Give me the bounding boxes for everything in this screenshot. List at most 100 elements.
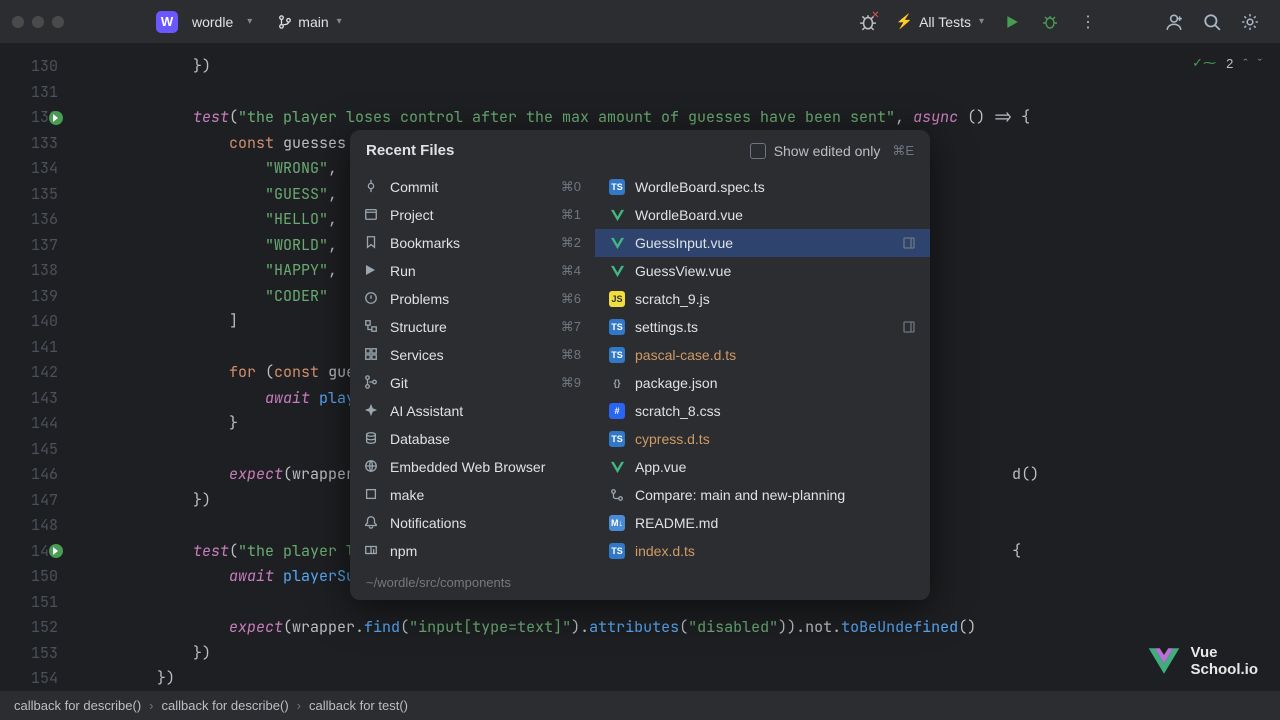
checkbox[interactable]	[750, 143, 766, 159]
code-line[interactable]: expect(wrapper.find("input[type=text]").…	[85, 615, 1268, 641]
tool-label: Bookmarks	[390, 235, 551, 251]
window-controls[interactable]	[12, 16, 64, 28]
gear-icon[interactable]	[1240, 12, 1260, 32]
more-icon[interactable]: ⋮	[1078, 12, 1098, 32]
tool-window-embedded-web-browser[interactable]: Embedded Web Browser	[350, 453, 595, 481]
code-line[interactable]: })	[85, 641, 1268, 667]
tool-label: Database	[390, 431, 571, 447]
shortcut: ⌘8	[561, 347, 581, 363]
file-name: README.md	[635, 515, 916, 531]
tool-window-ai-assistant[interactable]: AI Assistant	[350, 397, 595, 425]
recent-file-item[interactable]: TSsettings.ts	[595, 313, 930, 341]
pin-icon[interactable]	[902, 320, 916, 334]
tool-label: Project	[390, 207, 551, 223]
run-test-icon[interactable]	[49, 111, 63, 125]
recent-file-item[interactable]: TSWordleBoard.spec.ts	[595, 173, 930, 201]
file-name: App.vue	[635, 459, 916, 475]
project-badge[interactable]: W	[156, 11, 178, 33]
file-name: scratch_9.js	[635, 291, 916, 307]
search-icon[interactable]	[1202, 12, 1222, 32]
bolt-icon: ⚡	[896, 13, 913, 30]
code-line[interactable]	[85, 80, 1268, 106]
watermark-line1: Vue	[1191, 644, 1259, 661]
tool-label: Run	[390, 263, 551, 279]
project-name[interactable]: wordle	[192, 14, 233, 30]
notif-icon	[364, 515, 380, 531]
tool-label: Structure	[390, 319, 551, 335]
code-line[interactable]: })	[85, 666, 1268, 692]
show-edited-label: Show edited only	[774, 143, 881, 159]
run-icon[interactable]	[1002, 12, 1022, 32]
tool-window-commit[interactable]: Commit⌘0	[350, 173, 595, 201]
pin-icon[interactable]	[902, 236, 916, 250]
shortcut: ⌘4	[561, 263, 581, 279]
tool-window-database[interactable]: Database	[350, 425, 595, 453]
recent-file-item[interactable]: TScypress.d.ts	[595, 425, 930, 453]
tool-label: AI Assistant	[390, 403, 571, 419]
tool-window-git[interactable]: Git ⌘9	[350, 369, 595, 397]
file-name: package.json	[635, 375, 916, 391]
recent-files-popup: Recent Files Show edited only ⌘E Commit⌘…	[350, 130, 930, 600]
recent-file-item[interactable]: TSindex.d.ts	[595, 537, 930, 565]
shortcut: ⌘1	[561, 207, 581, 223]
chevron-down-icon: ▾	[979, 16, 984, 27]
file-name: Compare: main and new-planning	[635, 487, 916, 503]
recent-file-item[interactable]: WordleBoard.vue	[595, 201, 930, 229]
tool-windows-list: Commit⌘0 Project ⌘1 Bookmarks⌘2 Run ⌘4 Problem…	[350, 169, 595, 569]
ai-icon	[364, 403, 380, 419]
tool-label: Git	[390, 375, 551, 391]
chevron-down-icon[interactable]: ▾	[247, 16, 252, 27]
tool-window-bookmarks[interactable]: Bookmarks⌘2	[350, 229, 595, 257]
run-config-selector[interactable]: ⚡ All Tests ▾	[896, 13, 984, 30]
browser-icon	[364, 459, 380, 475]
file-name: GuessView.vue	[635, 263, 916, 279]
close-dot[interactable]	[12, 16, 24, 28]
services-icon	[364, 347, 380, 363]
branch-selector[interactable]: main ▾	[278, 14, 341, 30]
breadcrumb-item[interactable]: callback for describe()	[162, 698, 289, 713]
file-path: ~/wordle/src/components	[350, 569, 930, 600]
file-name: WordleBoard.vue	[635, 207, 916, 223]
recent-file-item[interactable]: {}package.json	[595, 369, 930, 397]
tool-window-npm[interactable]: npm	[350, 537, 595, 565]
file-name: settings.ts	[635, 319, 892, 335]
titlebar: W wordle ▾ main ▾ ✕ ⚡ All Tests ▾ ⋮	[0, 0, 1280, 44]
recent-file-item[interactable]: GuessView.vue	[595, 257, 930, 285]
breadcrumb-item[interactable]: callback for describe()	[14, 698, 141, 713]
tool-window-run[interactable]: Run ⌘4	[350, 257, 595, 285]
recent-file-item[interactable]: GuessInput.vue	[595, 229, 930, 257]
recent-file-item[interactable]: M↓README.md	[595, 509, 930, 537]
debug-icon[interactable]	[1040, 12, 1060, 32]
make-icon	[364, 487, 380, 503]
breadcrumb-item[interactable]: callback for test()	[309, 698, 408, 713]
tool-window-project[interactable]: Project ⌘1	[350, 201, 595, 229]
recent-file-item[interactable]: Compare: main and new-planning	[595, 481, 930, 509]
vue-school-watermark: Vue School.io	[1147, 644, 1259, 678]
recent-file-item[interactable]: TSpascal-case.d.ts	[595, 341, 930, 369]
max-dot[interactable]	[52, 16, 64, 28]
recent-file-item[interactable]: #scratch_8.css	[595, 397, 930, 425]
vue-school-logo-icon	[1147, 646, 1181, 676]
recent-file-item[interactable]: App.vue	[595, 453, 930, 481]
problems-icon	[364, 291, 380, 307]
code-line[interactable]: })	[85, 54, 1268, 80]
show-edited-toggle[interactable]: Show edited only ⌘E	[750, 143, 914, 159]
tool-window-problems[interactable]: Problems⌘6	[350, 285, 595, 313]
shortcut: ⌘0	[561, 179, 581, 195]
structure-icon	[364, 319, 380, 335]
tool-label: Problems	[390, 291, 551, 307]
tool-window-structure[interactable]: Structure ⌘7	[350, 313, 595, 341]
shortcut: ⌘9	[561, 375, 581, 391]
shortcut: ⌘7	[561, 319, 581, 335]
run-test-icon[interactable]	[49, 544, 63, 558]
tool-window-notifications[interactable]: Notifications	[350, 509, 595, 537]
code-line[interactable]: test("the player loses control after the…	[85, 105, 1268, 131]
breadcrumbs: callback for describe()›callback for des…	[0, 690, 1280, 720]
tool-window-services[interactable]: Services⌘8	[350, 341, 595, 369]
min-dot[interactable]	[32, 16, 44, 28]
code-with-me-icon[interactable]	[1164, 12, 1184, 32]
tool-window-make[interactable]: make	[350, 481, 595, 509]
recent-file-item[interactable]: JSscratch_9.js	[595, 285, 930, 313]
run-config-label: All Tests	[919, 14, 971, 30]
debug-bug-icon[interactable]: ✕	[858, 12, 878, 32]
